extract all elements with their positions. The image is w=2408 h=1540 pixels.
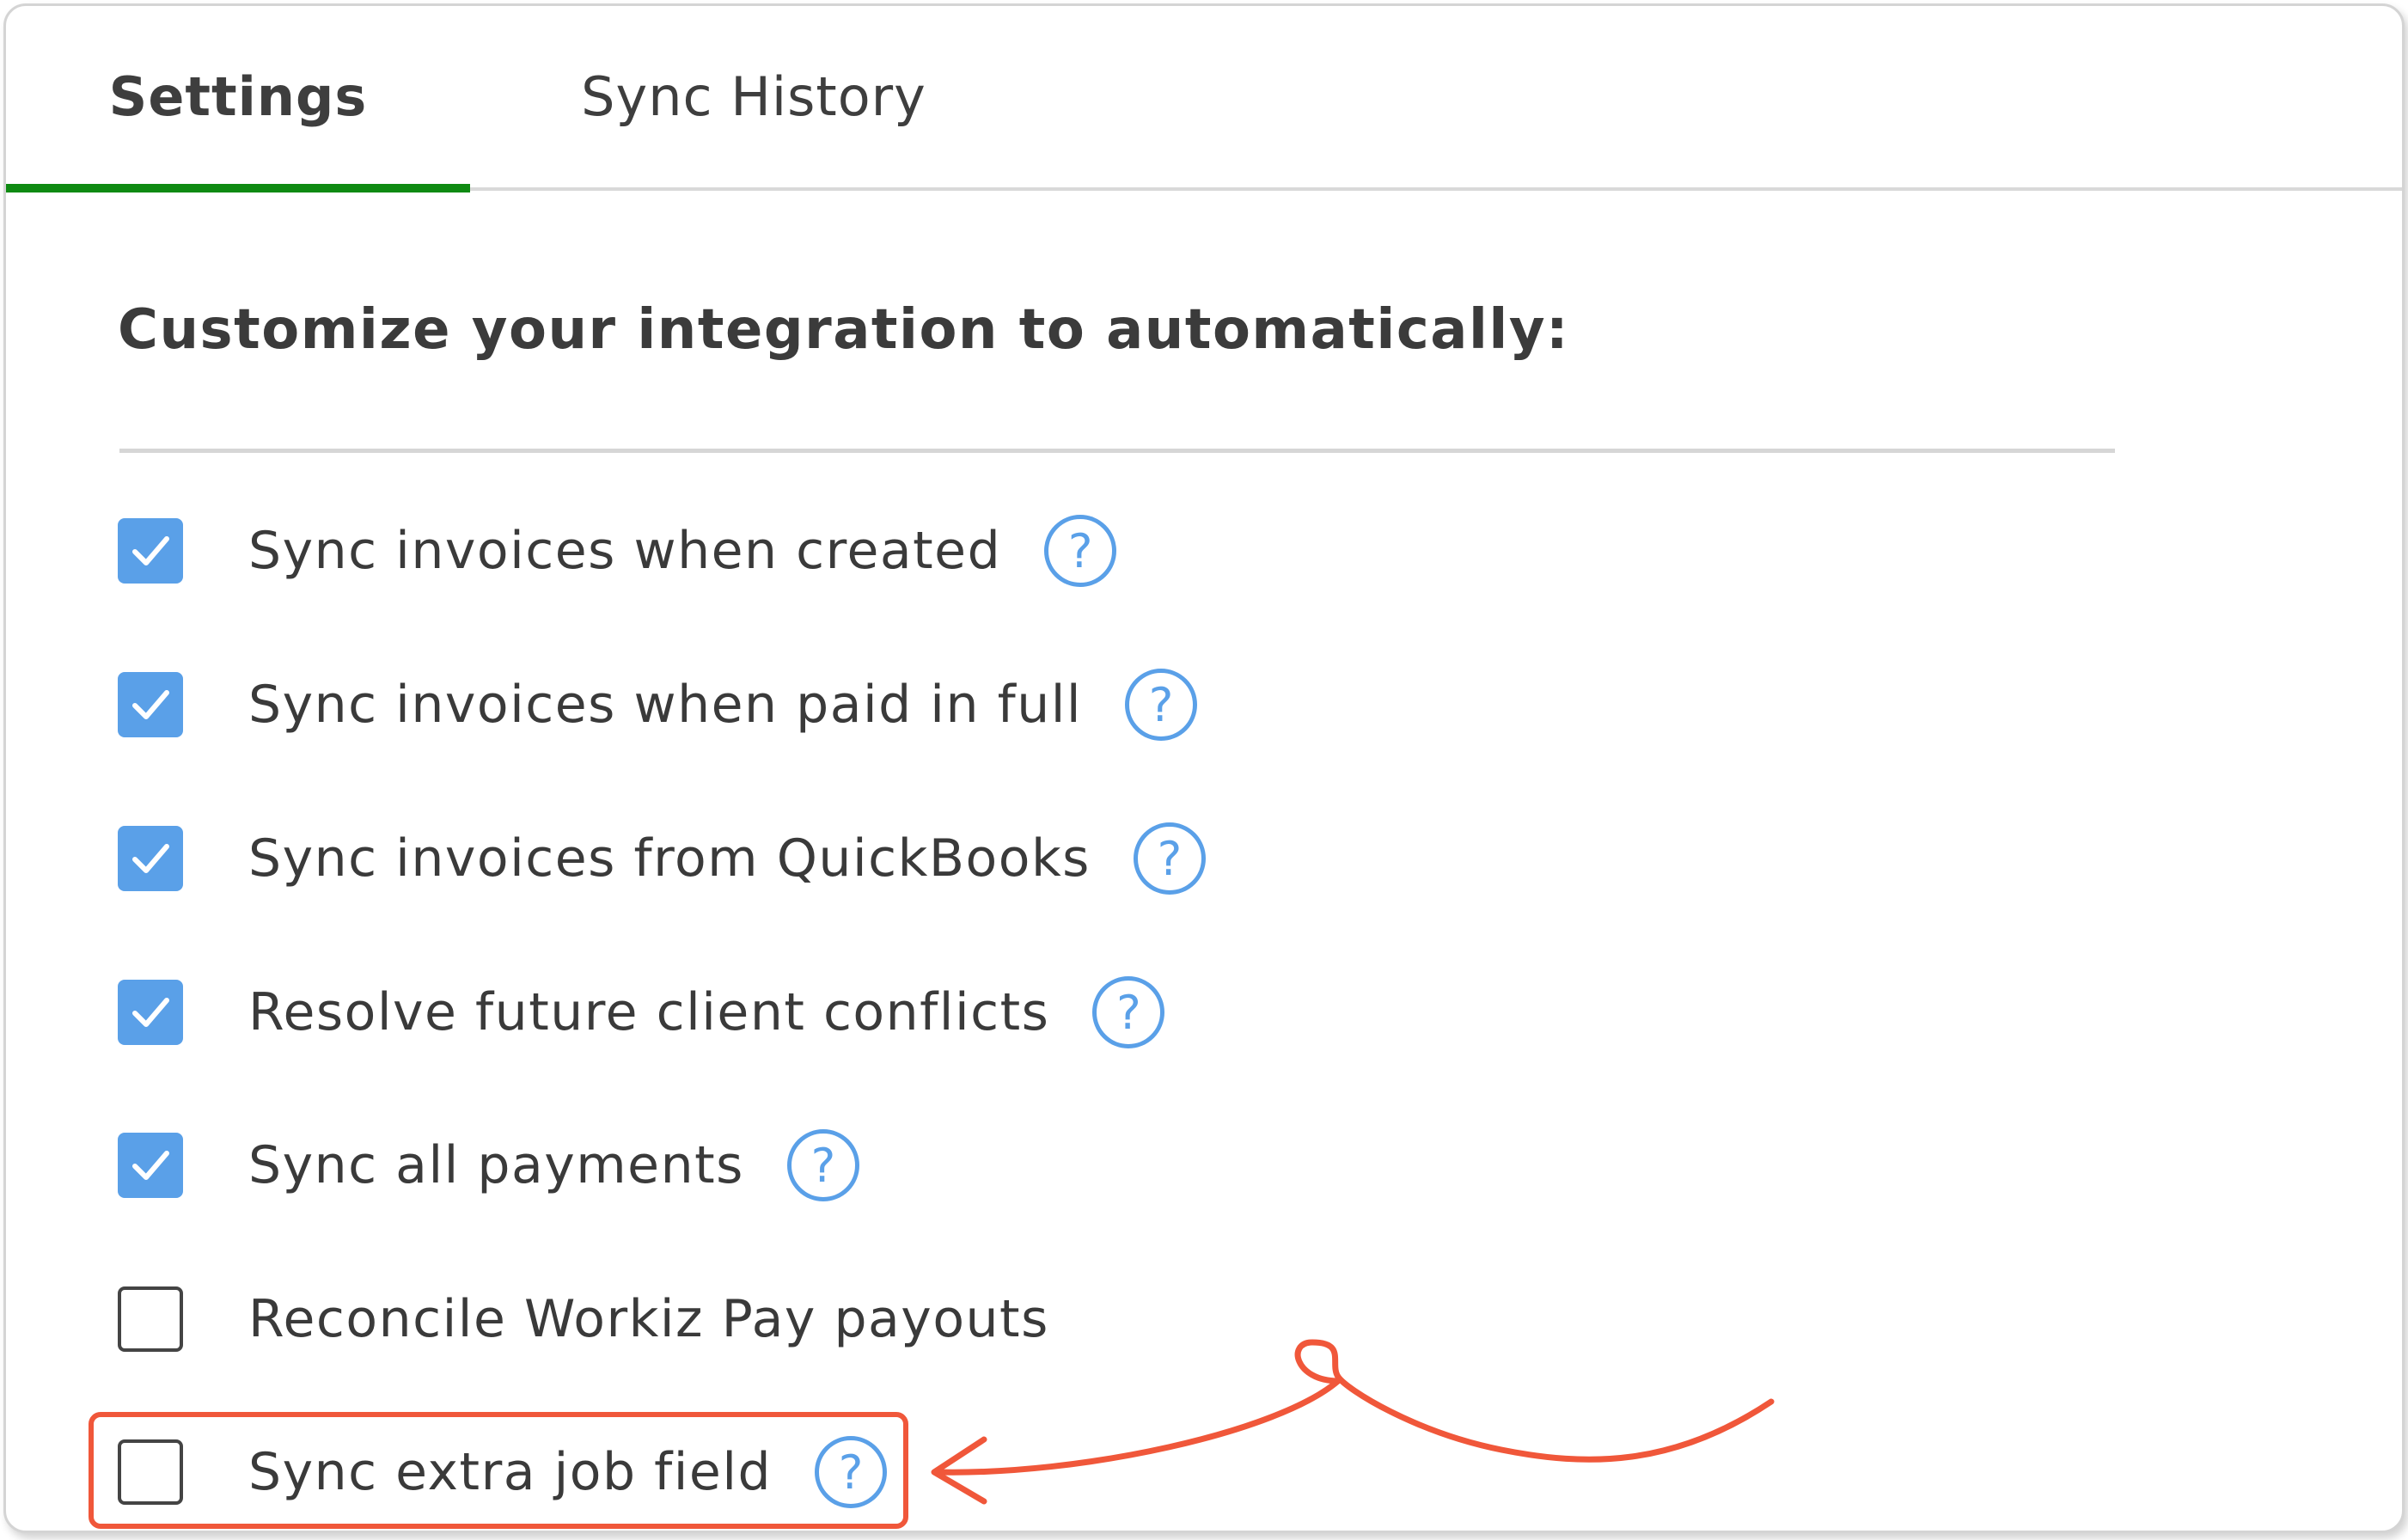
checkbox-sync-invoices-when-paid[interactable] [118,672,183,737]
check-icon [132,536,169,565]
option-sync-invoices-when-paid: Sync invoices when paid in full ? [118,662,1198,748]
tab-sync-history[interactable]: Sync History [573,6,934,187]
integration-settings-panel: Settings Sync History Customize your int… [3,3,2405,1533]
option-reconcile-workiz-pay-payouts: Reconcile Workiz Pay payouts [118,1276,1049,1362]
option-sync-invoices-when-created: Sync invoices when created ? [118,508,1117,594]
option-label: Sync invoices when paid in full [248,675,1083,735]
tab-settings[interactable]: Settings [6,6,470,192]
checkbox-reconcile-workiz-pay-payouts[interactable] [118,1286,183,1352]
checkbox-resolve-future-client-conflicts[interactable] [118,980,183,1045]
checkbox-sync-extra-job-field[interactable] [118,1439,183,1505]
active-tab-indicator [6,184,470,192]
option-label: Sync all payments [248,1135,744,1195]
option-sync-invoices-from-quickbooks: Sync invoices from QuickBooks ? [118,816,1206,901]
tab-settings-label: Settings [108,65,368,128]
checkbox-sync-invoices-when-created[interactable] [118,518,183,584]
option-label: Reconcile Workiz Pay payouts [248,1289,1049,1349]
section-heading: Customize your integration to automatica… [118,298,1570,362]
help-question-icon[interactable]: ? [1125,669,1198,741]
help-question-icon[interactable]: ? [1092,976,1165,1048]
option-sync-extra-job-field: Sync extra job field ? [118,1429,888,1515]
option-label: Sync extra job field [248,1442,773,1502]
help-question-icon[interactable]: ? [1044,515,1117,587]
check-icon [132,844,169,873]
help-question-icon[interactable]: ? [1133,822,1206,895]
check-icon [132,690,169,719]
divider [119,449,2115,453]
option-sync-all-payments: Sync all payments ? [118,1122,859,1208]
option-resolve-future-client-conflicts: Resolve future client conflicts ? [118,969,1165,1055]
tab-bar: Settings Sync History [6,6,2402,192]
tab-sync-history-label: Sync History [581,65,926,128]
option-label: Sync invoices when created [248,521,1002,581]
check-icon [132,998,169,1027]
option-label: Resolve future client conflicts [248,982,1050,1042]
help-question-icon[interactable]: ? [786,1129,859,1201]
check-icon [132,1151,169,1180]
checkbox-sync-all-payments[interactable] [118,1133,183,1198]
option-label: Sync invoices from QuickBooks [248,828,1091,889]
help-question-icon[interactable]: ? [815,1436,888,1508]
checkbox-sync-invoices-from-quickbooks[interactable] [118,826,183,891]
